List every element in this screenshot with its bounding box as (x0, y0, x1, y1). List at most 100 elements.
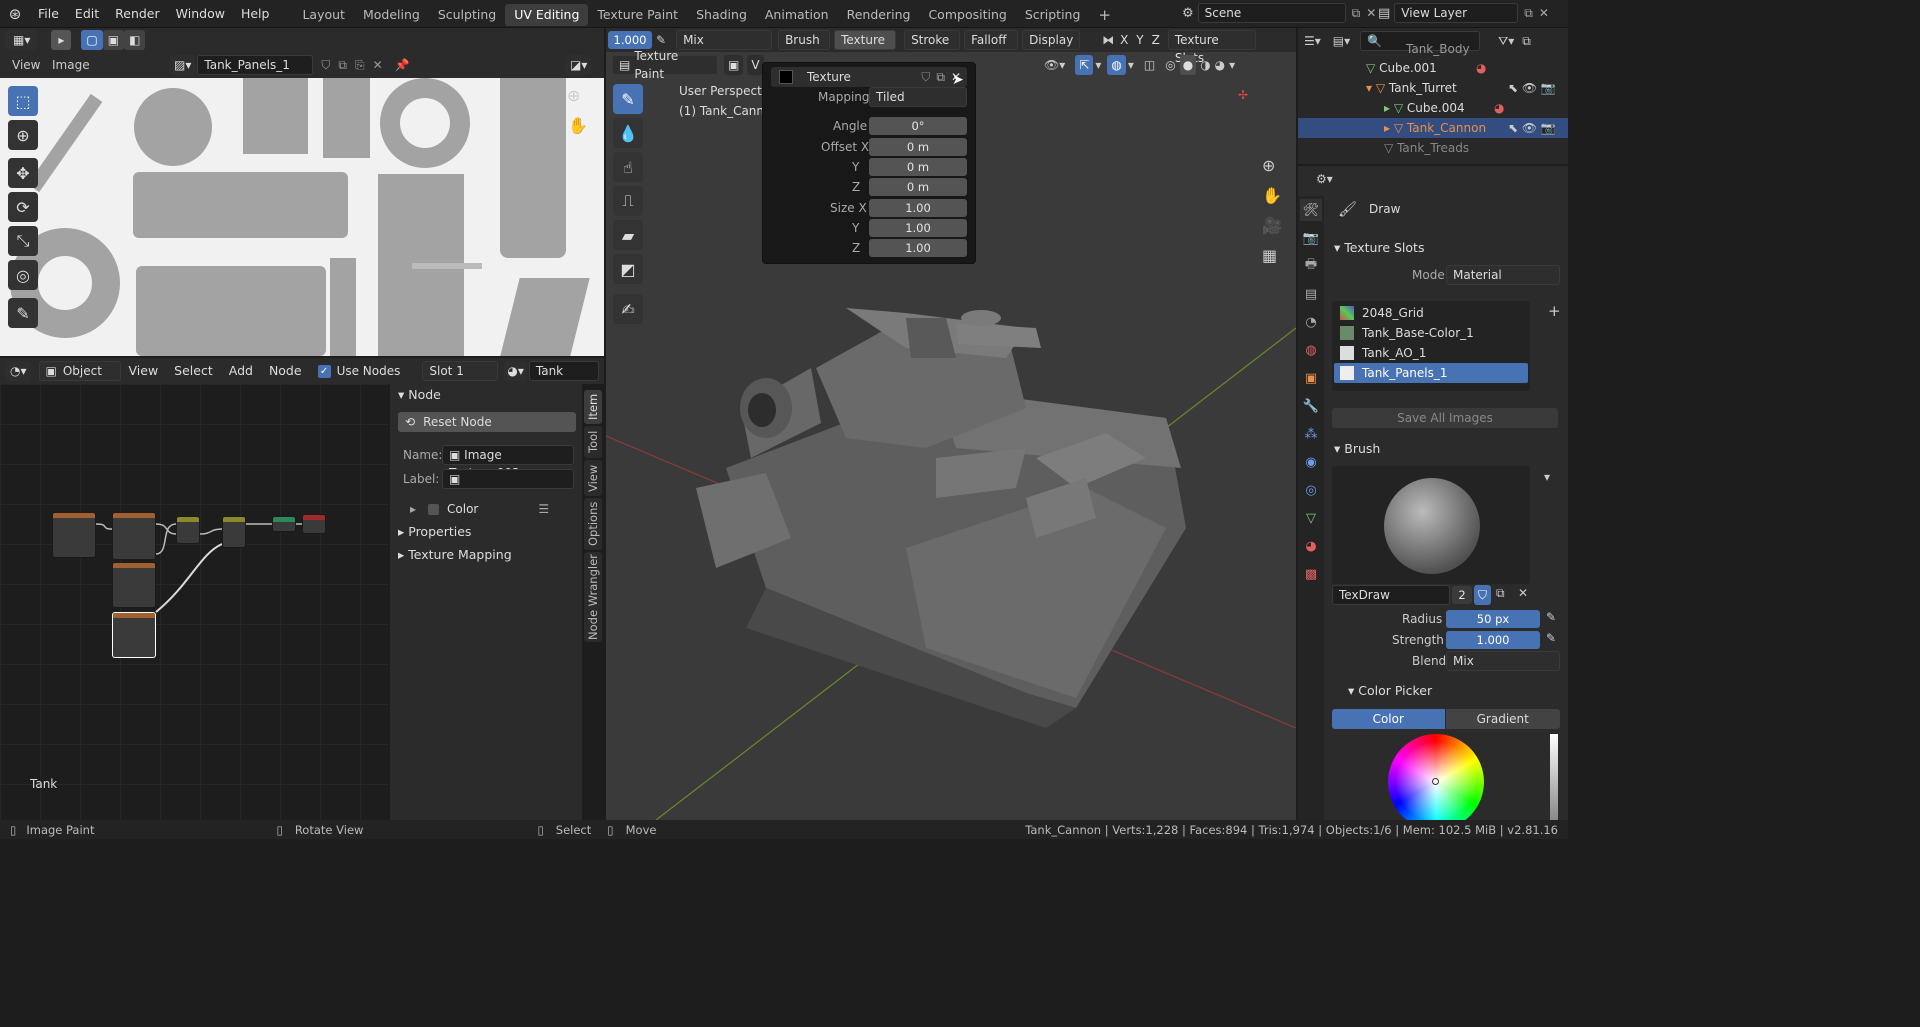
tool-tab-icon[interactable]: 🛠 (1300, 199, 1322, 221)
visibility-icons[interactable]: ⬉ 👁 📷 (1508, 118, 1556, 138)
mapping-dropdown[interactable]: Tiled (869, 87, 967, 107)
tab-texture-paint[interactable]: Texture Paint (588, 4, 687, 26)
texture-browse[interactable]: Texture ⛉ ⧉ ✕ (771, 67, 967, 87)
texture-menu[interactable]: Texture (834, 30, 897, 50)
view-layer-tab-icon[interactable]: ▤ (1300, 283, 1322, 305)
menu-help[interactable]: Help (233, 0, 278, 28)
image-browse-icon[interactable]: ▨▾ (170, 55, 196, 75)
brush-unlink-icon[interactable]: ✕ (1518, 586, 1528, 600)
select-box-tool-icon[interactable]: ⬚ (8, 86, 38, 116)
radius-field[interactable]: 50 px (1446, 610, 1540, 628)
image-editor-image-menu[interactable]: Image (52, 58, 90, 72)
size-y-field[interactable]: 1.00 (869, 219, 967, 237)
render-tab-icon[interactable]: 📷 (1300, 227, 1322, 249)
node-material-output[interactable] (302, 514, 326, 534)
viewport-zoom-icon[interactable]: ⊕ (1262, 156, 1275, 175)
mirror-y[interactable]: Y (1136, 33, 1143, 47)
texture-mapping-panel-header[interactable]: ▸ Texture Mapping (398, 544, 512, 566)
list-icon[interactable]: ☰ (538, 502, 549, 516)
menu-window[interactable]: Window (168, 0, 233, 28)
brush-new-icon[interactable]: ⧉ (1496, 586, 1505, 601)
ortho-toggle-icon[interactable]: ▦ (1262, 246, 1277, 265)
node-mix[interactable] (176, 516, 200, 544)
color-picker-panel-header[interactable]: ▾ Color Picker (1348, 680, 1432, 702)
texture-fake-user-icon[interactable]: ⛉ (921, 70, 930, 85)
material-shading-icon[interactable]: ◑ (1200, 58, 1210, 72)
fill-tool-icon[interactable]: ▰ (613, 220, 643, 250)
shading-dropdown-icon[interactable]: ▾ (1229, 58, 1235, 72)
node-image-texture-active[interactable] (112, 612, 156, 658)
material-name-field[interactable]: Tank (528, 361, 599, 381)
physics-tab-icon[interactable]: ◉ (1300, 451, 1322, 473)
scene-selector[interactable]: ⚙ Scene ⧉ ✕ (1182, 3, 1376, 23)
rotate-tool-icon[interactable]: ⟳ (8, 192, 38, 222)
tab-scripting[interactable]: Scripting (1016, 4, 1090, 26)
brush-dropdown-icon[interactable]: ▾ (1544, 470, 1550, 484)
tab-layout[interactable]: Layout (293, 4, 354, 26)
properties-panel-header[interactable]: ▸ Properties (398, 521, 471, 543)
transform-tool-icon[interactable]: ◎ (8, 260, 38, 290)
new-scene-icon[interactable]: ⧉ (1352, 6, 1361, 21)
select-tool-icon[interactable]: ▸ (51, 30, 72, 50)
object-tab-icon[interactable]: ▣ (1300, 367, 1322, 389)
world-tab-icon[interactable]: ◍ (1300, 339, 1322, 361)
node-name-field[interactable]: ▣ Image Texture.003 (442, 445, 574, 480)
tab-uv-editing[interactable]: UV Editing (505, 4, 589, 26)
overlay-dropdown-icon[interactable]: ▾ (1128, 58, 1134, 72)
tab-node-wrangler[interactable]: Node Wrangler (584, 552, 602, 642)
constraints-tab-icon[interactable]: ◎ (1300, 479, 1322, 501)
brush-menu[interactable]: Brush (778, 30, 831, 50)
node-bsdf[interactable] (272, 516, 296, 532)
brush-users-count[interactable]: 2 (1452, 586, 1472, 604)
mask-tool-icon[interactable]: ◩ (613, 254, 643, 284)
slot-mode-dropdown[interactable]: Material (1446, 265, 1560, 285)
smear-tool-icon[interactable]: ☝ (613, 152, 643, 182)
mirror-z[interactable]: Z (1152, 33, 1160, 47)
visibility-icons[interactable]: ⬉ 👁 📷 (1508, 78, 1556, 98)
zoom-icon[interactable]: ⊕ (567, 86, 580, 105)
camera-view-icon[interactable]: 🎥 (1262, 216, 1282, 235)
outliner-item[interactable]: ▽ Tank_Treads (1298, 138, 1568, 158)
output-tab-icon[interactable]: 🖶 (1300, 255, 1322, 277)
node-select-menu[interactable]: Select (166, 358, 221, 384)
image-editor-view-menu[interactable]: View (12, 58, 40, 72)
tab-sculpting[interactable]: Sculpting (429, 4, 505, 26)
outliner-item[interactable]: ▽ Cube.001 ◕ (1298, 58, 1568, 78)
rendered-shading-icon[interactable]: ◕ (1215, 58, 1225, 72)
node-canvas[interactable]: Tank (0, 384, 388, 820)
gizmo-dropdown-icon[interactable]: ▾ (1095, 58, 1101, 72)
reset-node-button[interactable]: ⟲ Reset Node (398, 412, 576, 432)
overlay-icon[interactable]: ◍ (1107, 55, 1126, 75)
texture-slots-panel-header[interactable]: ▾ Texture Slots (1334, 237, 1424, 259)
clone-tool-icon[interactable]: ⎍ (613, 186, 643, 216)
size-x-field[interactable]: 1.00 (869, 199, 967, 217)
add-workspace-icon[interactable]: + (1089, 4, 1120, 26)
brush-panel-header[interactable]: ▾ Brush (1334, 438, 1380, 460)
modifier-tab-icon[interactable]: 🔧 (1300, 395, 1322, 417)
tab-compositing[interactable]: Compositing (919, 4, 1015, 26)
offset-x-field[interactable]: 0 m (869, 138, 967, 156)
tab-animation[interactable]: Animation (756, 4, 838, 26)
tab-view[interactable]: View (584, 460, 602, 496)
uv-canvas[interactable] (0, 78, 604, 356)
solid-shading-icon[interactable]: ● (1179, 55, 1197, 75)
select-mode-new-icon[interactable]: ▢ (81, 30, 103, 50)
save-all-images-button[interactable]: Save All Images (1332, 408, 1558, 428)
tab-tool[interactable]: Tool (584, 426, 602, 458)
draw-tool-icon[interactable]: ✎ (613, 84, 643, 114)
object-mode-dropdown[interactable]: ▣ Object (38, 361, 121, 381)
delete-scene-icon[interactable]: ✕ (1366, 6, 1376, 20)
new-image-icon[interactable]: ⧉ (338, 58, 347, 73)
texture-slot-selected[interactable]: Tank_Panels_1 (1334, 363, 1528, 383)
properties-editor-icon[interactable]: ⚙▾ (1316, 172, 1333, 186)
pan-icon[interactable]: ✋ (568, 116, 588, 135)
scale-tool-icon[interactable]: ⤡ (8, 226, 38, 256)
select-mode-subtract-icon[interactable]: ◧ (124, 30, 146, 50)
annotate-tool-icon[interactable]: ✎ (8, 298, 38, 328)
select-mode-extend-icon[interactable]: ▣ (102, 30, 125, 50)
scene-tab-icon[interactable]: ◔ (1300, 311, 1322, 333)
delete-view-layer-icon[interactable]: ✕ (1539, 6, 1549, 20)
menu-file[interactable]: File (30, 0, 67, 28)
material-tab-icon[interactable]: ◕ (1300, 535, 1322, 557)
display-menu[interactable]: Display (1022, 30, 1081, 50)
